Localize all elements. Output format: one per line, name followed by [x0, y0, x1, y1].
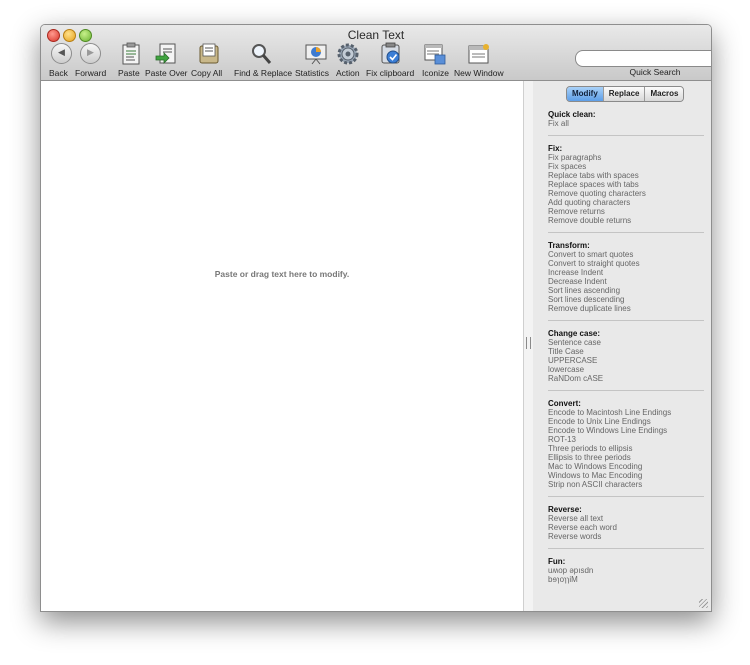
- action-item[interactable]: Windows to Mac Encoding: [548, 471, 704, 480]
- tab-macros[interactable]: Macros: [645, 87, 684, 101]
- toolbar: Clean Text ◀ Back ▶ Forward Paste Paste …: [41, 25, 711, 81]
- app-window: Clean Text ◀ Back ▶ Forward Paste Paste …: [40, 24, 712, 612]
- action-item[interactable]: Encode to Windows Line Endings: [548, 426, 704, 435]
- action-group-title: Quick clean:: [548, 110, 596, 119]
- action-item[interactable]: Replace tabs with spaces: [548, 171, 704, 180]
- action-group: Reverse: Reverse all text Reverse each wor…: [548, 505, 704, 549]
- action-item[interactable]: Fix all: [548, 119, 704, 128]
- action-item[interactable]: Fix spaces: [548, 162, 704, 171]
- tab-modify[interactable]: Modify: [567, 87, 604, 101]
- action-item[interactable]: UPPERCASE: [548, 356, 704, 365]
- action-item[interactable]: Reverse all text: [548, 514, 704, 523]
- divider-grip-icon[interactable]: [526, 337, 531, 349]
- action-group-title: Change case:: [548, 329, 601, 338]
- action-group-title: Fix:: [548, 144, 563, 153]
- action-item[interactable]: Title Case: [548, 347, 704, 356]
- text-editor-area[interactable]: Paste or drag text here to modify.: [41, 81, 523, 611]
- forward-arrow-icon: ▶: [80, 43, 101, 64]
- action-item[interactable]: Strip non ASCII characters: [548, 480, 704, 489]
- action-item[interactable]: Sentence case: [548, 338, 704, 347]
- action-item[interactable]: Remove duplicate lines: [548, 304, 704, 313]
- action-item[interactable]: Decrease Indent: [548, 277, 704, 286]
- action-item[interactable]: Three periods to ellipsis: [548, 444, 704, 453]
- action-group: Change case: Sentence case Title Case UPPER…: [548, 329, 704, 391]
- action-item[interactable]: Sort lines ascending: [548, 286, 704, 295]
- tab-replace[interactable]: Replace: [603, 87, 646, 101]
- action-item[interactable]: Add quoting characters: [548, 198, 704, 207]
- action-item[interactable]: RaNDom cASE: [548, 374, 704, 383]
- action-item[interactable]: Ellipsis to three periods: [548, 453, 704, 462]
- action-item[interactable]: Remove quoting characters: [548, 189, 704, 198]
- action-item[interactable]: Remove double returns: [548, 216, 704, 225]
- action-group: Fix: Fix paragraphs Fix spaces Replace tabs…: [548, 144, 704, 233]
- gear-icon: [337, 43, 359, 65]
- fix-clipboard-icon: [381, 42, 400, 64]
- action-group-title: Convert:: [548, 399, 581, 408]
- action-item[interactable]: Fix paragraphs: [548, 153, 704, 162]
- editor-placeholder: Paste or drag text here to modify.: [214, 269, 350, 279]
- magnifier-icon: [252, 44, 272, 64]
- paste-icon: [122, 42, 140, 65]
- action-item[interactable]: uʍop ǝpısdn: [548, 566, 704, 575]
- action-group-title: Fun:: [548, 557, 566, 566]
- action-item[interactable]: Remove returns: [548, 207, 704, 216]
- action-group-title: Reverse:: [548, 505, 582, 514]
- action-item[interactable]: Encode to Unix Line Endings: [548, 417, 704, 426]
- action-item[interactable]: Replace spaces with tabs: [548, 180, 704, 189]
- action-item[interactable]: Sort lines descending: [548, 295, 704, 304]
- action-item[interactable]: Reverse each word: [548, 523, 704, 532]
- action-group-title: Transform:: [548, 241, 590, 250]
- quick-search-input[interactable]: [575, 50, 711, 67]
- action-item[interactable]: Convert to straight quotes: [548, 259, 704, 268]
- action-group: Convert: Encode to Macintosh Line Endings…: [548, 399, 704, 497]
- action-group: Transform: Convert to smart quotes Convert…: [548, 241, 704, 321]
- back-arrow-icon: ◀: [51, 43, 72, 64]
- copy-all-icon: [199, 43, 219, 64]
- sidebar: Modify Replace Macros Quick clean: Fix al…: [533, 81, 711, 611]
- action-group: Fun: uʍop ǝpısdn bɘɿoɿɿiM: [548, 557, 704, 591]
- action-item[interactable]: Mac to Windows Encoding: [548, 462, 704, 471]
- action-item[interactable]: ROT-13: [548, 435, 704, 444]
- paste-over-icon: [155, 43, 176, 64]
- new-window-icon: [468, 44, 489, 64]
- action-item[interactable]: Increase Indent: [548, 268, 704, 277]
- action-list: Quick clean: Fix all Fix: Fix paragraphs Fix…: [548, 110, 704, 599]
- quick-search-label: Quick Search: [629, 67, 681, 77]
- action-item[interactable]: Reverse words: [548, 532, 704, 541]
- action-group: Quick clean: Fix all: [548, 110, 704, 136]
- action-item[interactable]: Encode to Macintosh Line Endings: [548, 408, 704, 417]
- action-item[interactable]: bɘɿoɿɿiM: [548, 575, 704, 584]
- action-item[interactable]: Convert to smart quotes: [548, 250, 704, 259]
- sidebar-tabs: Modify Replace Macros: [566, 86, 685, 102]
- resize-grip-icon[interactable]: [699, 599, 708, 608]
- iconize-icon: [424, 44, 446, 65]
- action-item[interactable]: lowercase: [548, 365, 704, 374]
- statistics-icon: [305, 44, 327, 65]
- window-title: Clean Text: [347, 28, 405, 42]
